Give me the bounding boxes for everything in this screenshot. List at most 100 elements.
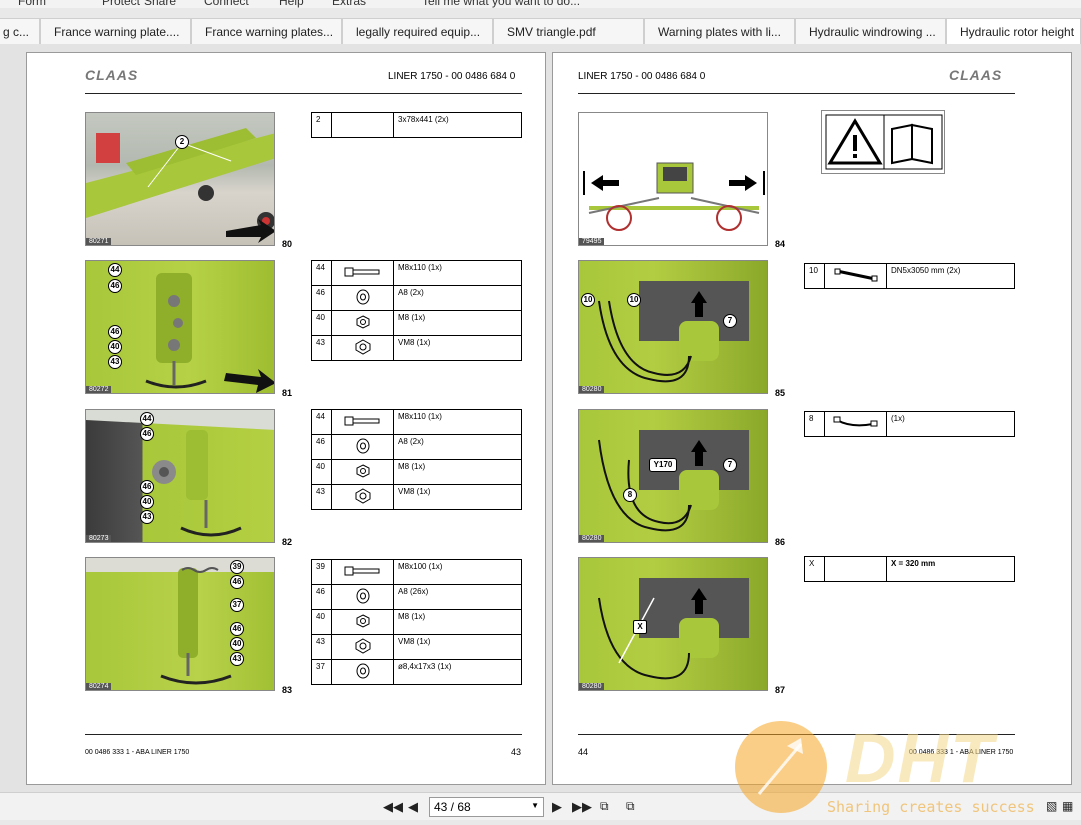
parts-table-82: 44 M8x110 (1x) 46 A8 (2x) 40 M8 (1x) 43 VM8 … <box>311 409 522 510</box>
locknut-icon <box>331 634 394 660</box>
figure-83-photo: 39 46 37 46 40 43 80274 <box>85 557 275 691</box>
table-row: 44 M8x110 (1x) <box>311 409 522 435</box>
menu-extras[interactable]: Extras <box>332 0 366 8</box>
footer-doc-ref: 00 0486 333 1 - ABA LINER 1750 <box>85 749 190 756</box>
tab-doc-2[interactable]: France warning plate.... <box>40 18 191 44</box>
previous-view-icon[interactable]: ⧉ <box>600 799 609 814</box>
callout-8: 8 <box>623 488 637 502</box>
callout-40: 40 <box>230 637 244 651</box>
figure-82-photo: 44 46 46 40 43 80273 <box>85 409 275 543</box>
menu-form[interactable]: Form <box>18 0 46 8</box>
tab-doc-8-active[interactable]: Hydraulic rotor height <box>946 18 1081 44</box>
photo-ref: 80271 <box>86 238 112 245</box>
part-description: M8x110 (1x) <box>393 260 522 286</box>
table-row: 40 M8 (1x) <box>311 609 522 635</box>
parts-table-85: 10 DN5x3050 mm (2x) <box>804 263 1015 289</box>
page-number: 43 <box>511 747 522 757</box>
two-page-view-icon[interactable]: ▦ <box>1062 799 1073 813</box>
parts-table-80: 2 3x78x441 (2x) <box>311 112 522 138</box>
hose-icon <box>824 263 887 289</box>
part-icon-cell <box>824 556 887 582</box>
table-row: 43 VM8 (1x) <box>311 484 522 510</box>
locknut-icon <box>331 484 394 510</box>
part-number: 43 <box>311 484 332 510</box>
photo-ref: 80273 <box>86 535 112 542</box>
callout-7: 7 <box>723 314 737 328</box>
first-page-icon[interactable]: ◀◀ <box>383 799 403 815</box>
figure-number: 83 <box>282 685 293 695</box>
table-row: 46 A8 (2x) <box>311 434 522 460</box>
tab-doc-7[interactable]: Hydraulic windrowing ... <box>795 18 946 44</box>
figure-85-photo: 10 10 7 80280 <box>578 260 768 394</box>
bolt-icon <box>331 409 394 435</box>
tell-me-search[interactable]: Tell me what you want to do... <box>422 0 580 8</box>
part-description: DN5x3050 mm (2x) <box>886 263 1015 289</box>
page-number-input[interactable]: 43 / 68 ▼ <box>429 797 544 817</box>
callout-y170: Y170 <box>649 458 677 472</box>
previous-page-icon[interactable]: ◀ <box>408 799 418 815</box>
table-row: 10 DN5x3050 mm (2x) <box>804 263 1015 289</box>
next-view-icon[interactable]: ⧉ <box>626 799 635 814</box>
header-rule <box>85 93 522 94</box>
page-left: CLAAS LINER 1750 - 00 0486 684 0 2 80271… <box>26 52 546 785</box>
table-row: X X = 320 mm <box>804 556 1015 582</box>
table-row: 46 A8 (26x) <box>311 584 522 610</box>
figure-87-illustration <box>598 578 749 680</box>
part-number: 2 <box>311 112 332 138</box>
locknut-icon <box>331 335 394 361</box>
doc-title: LINER 1750 - 00 0486 684 0 <box>388 71 516 82</box>
figure-number: 87 <box>775 685 786 695</box>
footer-rule <box>85 734 522 735</box>
chevron-down-icon[interactable]: ▼ <box>531 801 539 810</box>
menu-help[interactable]: Help <box>279 0 304 8</box>
parts-table-87: X X = 320 mm <box>804 556 1015 582</box>
single-page-view-icon[interactable]: ▧ <box>1046 799 1057 813</box>
document-viewer[interactable]: CLAAS LINER 1750 - 00 0486 684 0 2 80271… <box>0 44 1081 792</box>
part-number: 8 <box>804 411 825 437</box>
part-description: A8 (26x) <box>393 584 522 610</box>
part-description: M8 (1x) <box>393 310 522 336</box>
nut-icon <box>331 459 394 485</box>
table-row: 39 M8x100 (1x) <box>311 559 522 585</box>
menu-protect[interactable]: Protect <box>102 0 140 8</box>
callout-46: 46 <box>140 427 154 441</box>
part-description: VM8 (1x) <box>393 335 522 361</box>
part-description: M8 (1x) <box>393 609 522 635</box>
tab-doc-4[interactable]: legally required equip... <box>342 18 493 44</box>
tab-doc-3[interactable]: France warning plates... <box>191 18 342 44</box>
part-number: 40 <box>311 310 332 336</box>
menu-bar: Form Protect Share Connect Help Extras T… <box>0 0 1081 8</box>
warning-triangle-icon <box>825 114 943 170</box>
part-description: 3x78x441 (2x) <box>393 112 522 138</box>
parts-table-83: 39 M8x100 (1x) 46 A8 (26x) 40 M8 (1x) 43 VM8… <box>311 559 522 685</box>
figure-number: 80 <box>282 239 293 249</box>
part-description: M8x100 (1x) <box>393 559 522 585</box>
washer-icon <box>331 285 394 311</box>
part-number: 46 <box>311 285 332 311</box>
last-page-icon[interactable]: ▶▶ <box>572 799 592 815</box>
part-number: 44 <box>311 260 332 286</box>
part-description: M8 (1x) <box>393 459 522 485</box>
menu-share[interactable]: Share <box>144 0 176 8</box>
figure-85-illustration <box>598 281 749 383</box>
tab-doc-1[interactable]: g c... <box>0 18 40 44</box>
menu-connect[interactable]: Connect <box>204 0 249 8</box>
table-row: 40 M8 (1x) <box>311 310 522 336</box>
part-description: VM8 (1x) <box>393 634 522 660</box>
figure-83-illustration <box>86 558 274 685</box>
figure-number: 85 <box>775 388 786 398</box>
washer-icon <box>331 434 394 460</box>
part-description: (1x) <box>886 411 1015 437</box>
parts-table-86: 8 (1x) <box>804 411 1015 437</box>
footer-rule <box>578 734 1015 735</box>
callout-10: 10 <box>581 293 595 307</box>
callout-37: 37 <box>230 598 244 612</box>
tab-doc-6[interactable]: Warning plates with li... <box>644 18 795 44</box>
callout-40: 40 <box>140 495 154 509</box>
part-number: X <box>804 556 825 582</box>
part-number: 46 <box>311 434 332 460</box>
tab-doc-5[interactable]: SMV triangle.pdf <box>493 18 644 44</box>
part-number: 43 <box>311 634 332 660</box>
next-page-icon[interactable]: ▶ <box>552 799 562 815</box>
doc-title: LINER 1750 - 00 0486 684 0 <box>578 71 706 82</box>
